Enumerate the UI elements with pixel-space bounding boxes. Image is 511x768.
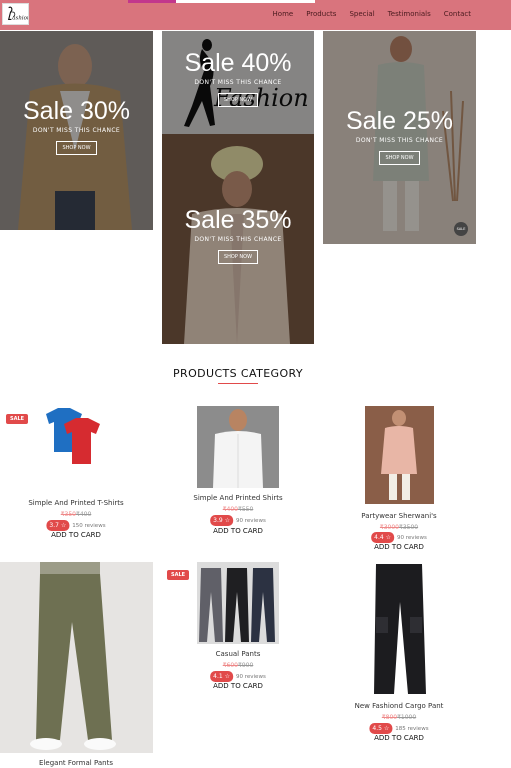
promo-title: Sale 25% — [345, 107, 454, 135]
promo-tile-40: Fashion Sale 40% DON'T MISS THIS CHANCE … — [162, 31, 314, 134]
product-name[interactable]: Casual Pants — [216, 650, 261, 658]
promo-tile-35: Sale 35% DON'T MISS THIS CHANCE SHOP NOW — [162, 134, 314, 344]
product-name[interactable]: Simple And Printed T-Shirts — [28, 499, 123, 507]
promo-subtitle: DON'T MISS THIS CHANCE — [32, 127, 121, 134]
promo-subtitle: DON'T MISS THIS CHANCE — [194, 79, 282, 86]
review-count: 150 reviews — [72, 522, 106, 529]
nav-special[interactable]: Special — [349, 10, 374, 18]
product-rating: 3.7 ☆ 150 reviews — [46, 520, 106, 531]
add-to-cart-button[interactable]: ADD TO CARD — [374, 543, 424, 551]
product-image-sherwani[interactable] — [365, 406, 434, 504]
product-rating: 4.1 ☆ 90 reviews — [210, 671, 266, 682]
section-title-underline — [218, 383, 258, 384]
promo-tile-30: Sale 30% DON'T MISS THIS CHANCE SHOP NOW — [0, 31, 153, 230]
section-title: PRODUCTS CATEGORY — [173, 367, 303, 380]
corner-sale-badge: SALE — [454, 222, 468, 236]
review-count: 90 reviews — [397, 534, 427, 541]
nav-contact[interactable]: Contact — [444, 10, 471, 18]
rating-badge: 4.5 ☆ — [369, 723, 393, 734]
rating-badge: 4.4 ☆ — [371, 532, 395, 543]
product-name[interactable]: New Fashiond Cargo Pant — [355, 702, 444, 710]
product-image-shirts[interactable] — [197, 406, 279, 488]
product-price: ₹3000₹3500 — [379, 524, 419, 531]
promo-title: Sale 35% — [184, 206, 292, 234]
main-nav: Home Products Special Testimonials Conta… — [273, 10, 471, 18]
header-accent-strip-pink — [128, 0, 176, 3]
add-to-cart-button[interactable]: ADD TO CARD — [213, 527, 263, 535]
product-price: ₹400₹550 — [222, 506, 254, 513]
sale-badge: SALE — [167, 570, 190, 580]
nav-testimonials[interactable]: Testimonials — [388, 10, 431, 18]
review-count: 90 reviews — [236, 517, 266, 524]
product-rating: 4.4 ☆ 90 reviews — [371, 532, 427, 543]
product-image-formal-pants[interactable] — [0, 562, 153, 753]
product-name[interactable]: Simple And Printed Shirts — [193, 494, 282, 502]
nav-products[interactable]: Products — [306, 10, 336, 18]
product-price: ₹800₹1000 — [381, 714, 417, 721]
product-rating: 4.5 ☆ 185 reviews — [369, 723, 429, 734]
product-image-tshirts[interactable] — [38, 406, 108, 470]
product-image-cargo-pant[interactable] — [364, 562, 434, 697]
site-header: ashion Home Products Special Testimonial… — [0, 0, 511, 30]
shop-now-button[interactable]: SHOP NOW — [217, 93, 259, 107]
add-to-cart-button[interactable]: ADD TO CARD — [51, 531, 101, 539]
product-name[interactable]: Elegant Formal Pants — [39, 759, 113, 767]
product-name[interactable]: Partywear Sherwani's — [361, 512, 436, 520]
shop-now-button[interactable]: SHOP NOW — [56, 141, 97, 155]
promo-tile-25: Sale 25% DON'T MISS THIS CHANCE SHOP NOW… — [323, 31, 476, 244]
sale-badge: SALE — [6, 414, 29, 424]
rating-badge: 3.9 ☆ — [210, 515, 234, 526]
shop-now-button[interactable]: SHOP NOW — [379, 151, 420, 165]
rating-badge: 3.7 ☆ — [46, 520, 70, 531]
promo-text: Sale 30% DON'T MISS THIS CHANCE SHOP NOW — [0, 99, 153, 155]
svg-text:ashion: ashion — [12, 15, 28, 21]
product-image-casual-pants[interactable] — [197, 562, 279, 644]
promo-title: Sale 40% — [184, 49, 292, 77]
add-to-cart-button[interactable]: ADD TO CARD — [374, 734, 424, 742]
product-rating: 3.9 ☆ 90 reviews — [210, 515, 266, 526]
review-count: 185 reviews — [395, 725, 429, 732]
promo-subtitle: DON'T MISS THIS CHANCE — [194, 236, 282, 243]
add-to-cart-button[interactable]: ADD TO CARD — [213, 682, 263, 690]
product-price: ₹600₹900 — [222, 662, 254, 669]
shop-now-button[interactable]: SHOP NOW — [217, 250, 259, 264]
promo-text: Sale 35% DON'T MISS THIS CHANCE SHOP NOW — [162, 208, 314, 264]
promo-subtitle: DON'T MISS THIS CHANCE — [355, 137, 444, 144]
fashion-logo-icon[interactable]: ashion — [2, 3, 31, 25]
product-price: ₹350₹400 — [60, 511, 92, 518]
promo-text: Sale 25% DON'T MISS THIS CHANCE SHOP NOW — [323, 109, 476, 165]
promo-title: Sale 30% — [22, 97, 131, 125]
promo-text: Sale 40% DON'T MISS THIS CHANCE SHOP NOW — [162, 51, 314, 107]
review-count: 90 reviews — [236, 673, 266, 680]
nav-home[interactable]: Home — [273, 10, 294, 18]
rating-badge: 4.1 ☆ — [210, 671, 234, 682]
